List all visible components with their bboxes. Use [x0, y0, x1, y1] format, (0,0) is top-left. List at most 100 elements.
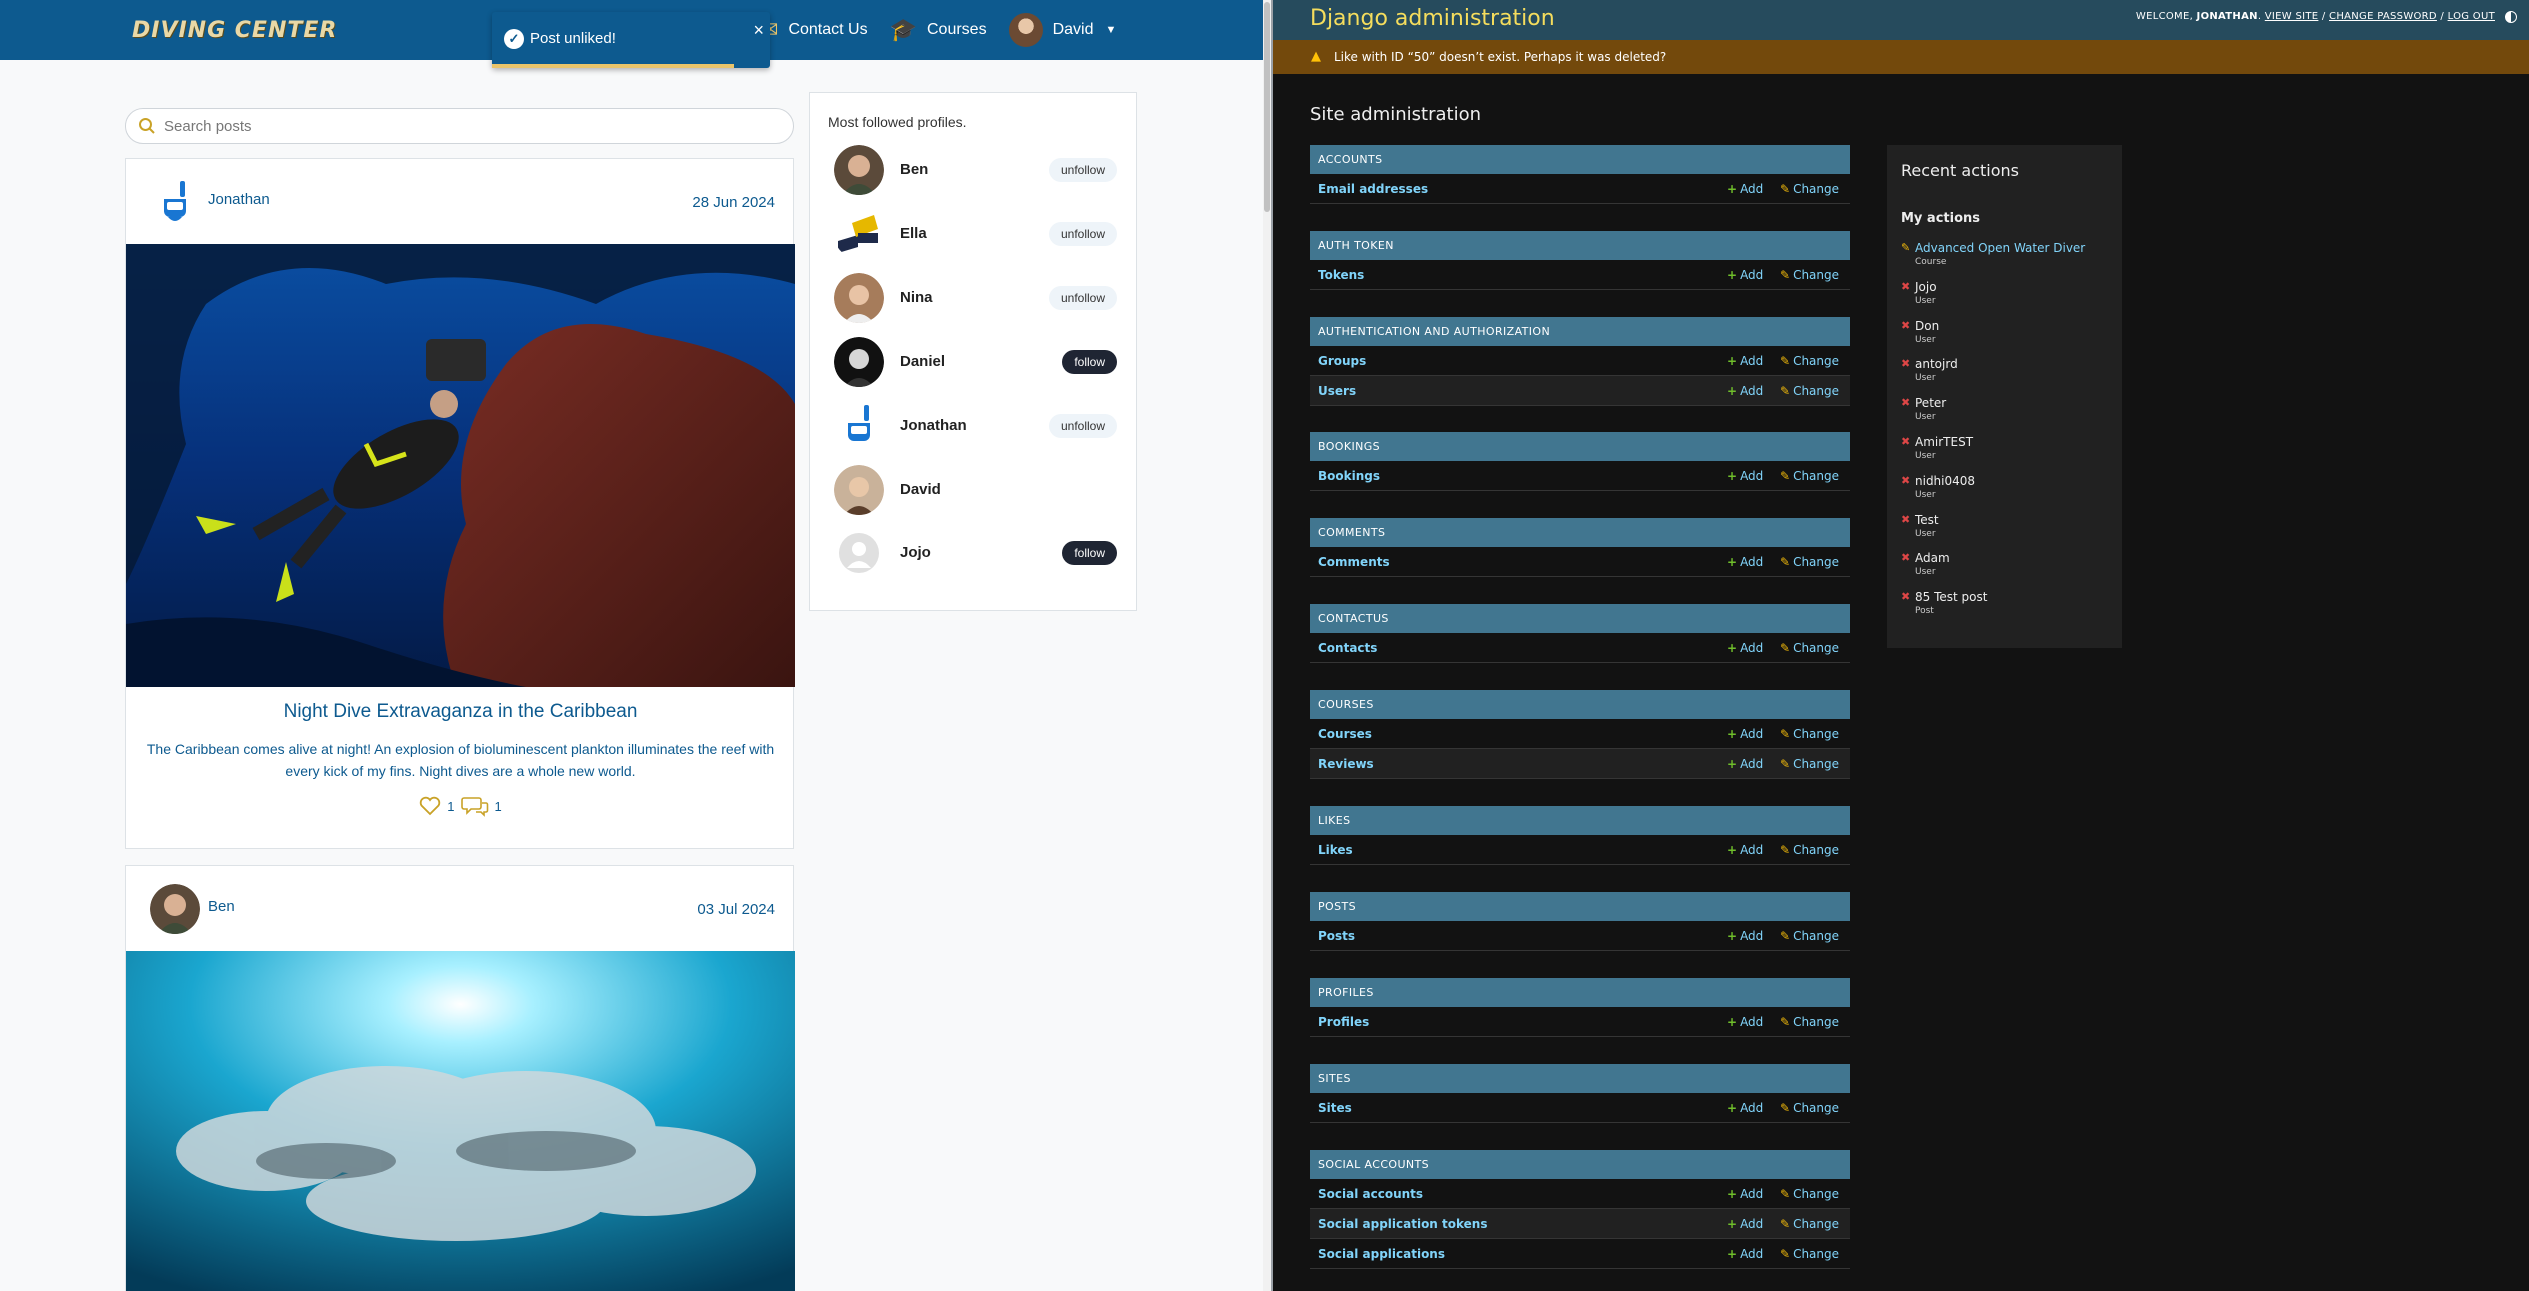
scrollbar-thumb[interactable] — [1264, 2, 1270, 212]
model-link[interactable]: Contacts — [1318, 641, 1377, 655]
model-link[interactable]: Social application tokens — [1318, 1217, 1488, 1231]
unfollow-button[interactable]: unfollow — [1048, 222, 1117, 246]
module-caption[interactable]: COURSES — [1310, 690, 1850, 719]
module-caption[interactable]: BOOKINGS — [1310, 432, 1850, 461]
profile-avatar[interactable] — [834, 528, 884, 578]
post-title[interactable]: Night Dive Extravaganza in the Caribbean — [126, 701, 795, 723]
change-link[interactable]: ✎ Change — [1780, 268, 1839, 282]
post-image[interactable] — [126, 951, 795, 1291]
change-link[interactable]: ✎ Change — [1780, 384, 1839, 398]
search-input[interactable] — [164, 115, 764, 137]
nav-courses[interactable]: 🎓 Courses — [890, 17, 987, 43]
recent-action-name[interactable]: Advanced Open Water Diver — [1915, 241, 2085, 255]
unfollow-button[interactable]: unfollow — [1048, 414, 1117, 438]
admin-brand[interactable]: Django administration — [1310, 6, 1555, 31]
add-link[interactable]: + Add — [1727, 1247, 1763, 1261]
add-link[interactable]: + Add — [1727, 641, 1763, 655]
change-link[interactable]: ✎ Change — [1780, 843, 1839, 857]
model-link[interactable]: Likes — [1318, 843, 1353, 857]
heart-icon[interactable] — [419, 796, 441, 816]
add-link[interactable]: + Add — [1727, 1217, 1763, 1231]
profile-avatar[interactable] — [834, 401, 884, 451]
change-link[interactable]: ✎ Change — [1780, 1247, 1839, 1261]
add-link[interactable]: + Add — [1727, 1187, 1763, 1201]
model-link[interactable]: Courses — [1318, 727, 1372, 741]
site-logo[interactable]: DIVING CENTER — [132, 10, 337, 50]
model-link[interactable]: Sites — [1318, 1101, 1352, 1115]
add-link[interactable]: + Add — [1727, 1015, 1763, 1029]
model-link[interactable]: Social accounts — [1318, 1187, 1423, 1201]
module-caption[interactable]: COMMENTS — [1310, 518, 1850, 547]
add-link[interactable]: + Add — [1727, 929, 1763, 943]
profile-avatar[interactable] — [834, 145, 884, 195]
model-link[interactable]: Bookings — [1318, 469, 1380, 483]
model-link[interactable]: Posts — [1318, 929, 1355, 943]
nav-contact[interactable]: ✉ Contact Us — [760, 17, 868, 43]
profile-name[interactable]: Ella — [900, 225, 927, 242]
module-caption[interactable]: AUTH TOKEN — [1310, 231, 1850, 260]
module-caption[interactable]: CONTACTUS — [1310, 604, 1850, 633]
post-author[interactable]: Ben — [208, 898, 235, 915]
close-icon[interactable]: × — [753, 20, 764, 41]
model-link[interactable]: Tokens — [1318, 268, 1364, 282]
add-link[interactable]: + Add — [1727, 384, 1763, 398]
model-link[interactable]: Email addresses — [1318, 182, 1428, 196]
module-caption[interactable]: PROFILES — [1310, 978, 1850, 1007]
change-link[interactable]: ✎ Change — [1780, 641, 1839, 655]
model-link[interactable]: Comments — [1318, 555, 1390, 569]
unfollow-button[interactable]: unfollow — [1048, 286, 1117, 310]
module-caption[interactable]: LIKES — [1310, 806, 1850, 835]
add-link[interactable]: + Add — [1727, 843, 1763, 857]
change-link[interactable]: ✎ Change — [1780, 929, 1839, 943]
follow-button[interactable]: follow — [1062, 350, 1117, 374]
profile-avatar[interactable] — [834, 209, 884, 259]
module-caption[interactable]: SITES — [1310, 1064, 1850, 1093]
change-link[interactable]: ✎ Change — [1780, 469, 1839, 483]
add-link[interactable]: + Add — [1727, 354, 1763, 368]
module-caption[interactable]: POSTS — [1310, 892, 1850, 921]
add-link[interactable]: + Add — [1727, 555, 1763, 569]
theme-toggle-icon[interactable] — [2505, 11, 2517, 23]
model-link[interactable]: Groups — [1318, 354, 1366, 368]
module-caption[interactable]: SOCIAL ACCOUNTS — [1310, 1150, 1850, 1179]
add-link[interactable]: + Add — [1727, 1101, 1763, 1115]
model-link[interactable]: Profiles — [1318, 1015, 1369, 1029]
profile-name[interactable]: Jojo — [900, 544, 931, 561]
model-link[interactable]: Users — [1318, 384, 1356, 398]
model-link[interactable]: Social applications — [1318, 1247, 1445, 1261]
module-caption[interactable]: ACCOUNTS — [1310, 145, 1850, 174]
profile-name[interactable]: Ben — [900, 161, 928, 178]
module-caption[interactable]: AUTHENTICATION AND AUTHORIZATION — [1310, 317, 1850, 346]
model-link[interactable]: Reviews — [1318, 757, 1374, 771]
change-link[interactable]: ✎ Change — [1780, 1101, 1839, 1115]
post-image[interactable] — [126, 244, 795, 687]
unfollow-button[interactable]: unfollow — [1048, 158, 1117, 182]
profile-name[interactable]: David — [900, 481, 941, 498]
post-author[interactable]: Jonathan — [208, 191, 270, 208]
view-site-link[interactable]: VIEW SITE — [2265, 11, 2319, 22]
change-link[interactable]: ✎ Change — [1780, 555, 1839, 569]
profile-avatar[interactable] — [834, 273, 884, 323]
change-link[interactable]: ✎ Change — [1780, 354, 1839, 368]
follow-button[interactable]: follow — [1062, 541, 1117, 565]
add-link[interactable]: + Add — [1727, 469, 1763, 483]
change-link[interactable]: ✎ Change — [1780, 1217, 1839, 1231]
add-link[interactable]: + Add — [1727, 182, 1763, 196]
change-link[interactable]: ✎ Change — [1780, 1187, 1839, 1201]
profile-name[interactable]: Jonathan — [900, 417, 967, 434]
change-password-link[interactable]: CHANGE PASSWORD — [2329, 11, 2437, 22]
profile-name[interactable]: Nina — [900, 289, 933, 306]
add-link[interactable]: + Add — [1727, 727, 1763, 741]
profile-avatar[interactable] — [834, 465, 884, 515]
change-link[interactable]: ✎ Change — [1780, 757, 1839, 771]
logout-link[interactable]: LOG OUT — [2448, 11, 2495, 22]
comments-icon[interactable] — [460, 795, 489, 817]
user-menu[interactable]: David ▼ — [1008, 13, 1116, 47]
change-link[interactable]: ✎ Change — [1780, 182, 1839, 196]
profile-avatar[interactable] — [834, 337, 884, 387]
left-scrollbar[interactable] — [1263, 0, 1271, 1291]
add-link[interactable]: + Add — [1727, 757, 1763, 771]
change-link[interactable]: ✎ Change — [1780, 727, 1839, 741]
profile-name[interactable]: Daniel — [900, 353, 945, 370]
change-link[interactable]: ✎ Change — [1780, 1015, 1839, 1029]
